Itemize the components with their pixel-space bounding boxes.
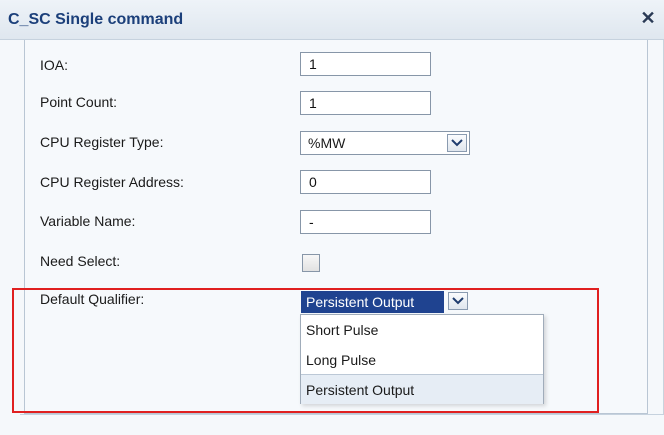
option-short-pulse[interactable]: Short Pulse [301,315,543,345]
close-icon[interactable]: ✕ [638,8,658,28]
single-command-dialog: C_SC Single command ✕ IOA: 1 Point Count… [0,0,664,435]
cpu-register-address-field[interactable]: 0 [300,170,431,194]
default-qualifier-dropdown: Short Pulse Long Pulse Persistent Output [300,314,544,404]
cpu-register-address-label: CPU Register Address: [40,174,184,190]
dialog-footer [20,414,664,435]
need-select-label: Need Select: [40,253,121,269]
cpu-register-type-value: %MW [308,135,346,151]
variable-name-field[interactable]: - [300,210,431,234]
point-count-field[interactable]: 1 [300,91,431,115]
chevron-down-icon[interactable] [448,292,468,310]
chevron-down-icon[interactable] [447,134,467,152]
option-long-pulse[interactable]: Long Pulse [301,345,543,375]
dialog-titlebar: C_SC Single command ✕ [0,0,664,40]
ioa-label: IOA: [40,57,69,73]
ioa-field[interactable]: 1 [300,52,431,76]
option-persistent-output[interactable]: Persistent Output [301,374,543,404]
cpu-register-type-label: CPU Register Type: [40,134,164,150]
default-qualifier-value: Persistent Output [301,291,444,313]
variable-name-label: Variable Name: [40,213,136,229]
default-qualifier-label: Default Qualifier: [40,291,145,307]
point-count-label: Point Count: [40,94,118,110]
default-qualifier-select[interactable]: Persistent Output [300,290,470,314]
need-select-checkbox[interactable] [302,254,320,272]
cpu-register-type-select[interactable]: %MW [300,131,470,155]
dialog-title: C_SC Single command [8,11,184,28]
